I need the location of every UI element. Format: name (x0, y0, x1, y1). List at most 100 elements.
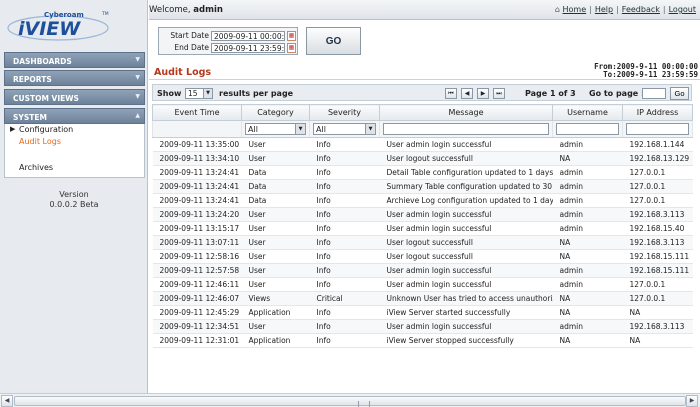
page-indicator: Page 1 of 3 (525, 89, 576, 98)
column-header[interactable]: IP Address (622, 104, 693, 121)
column-header[interactable]: Message (379, 104, 553, 121)
end-date-input[interactable]: 2009-09-11 23:59:59 (211, 43, 285, 53)
table-row[interactable]: 2009-09-11 12:45:29 Application Info iView … (152, 305, 693, 320)
table-row[interactable]: 2009-09-11 13:24:41 Data Info Summary Table… (152, 179, 693, 194)
table-cell: User (241, 249, 310, 264)
table-row[interactable]: 2009-09-11 13:15:17 User Info User admin lo… (152, 221, 693, 236)
page-title: Audit Logs (154, 67, 212, 78)
table-cell: 2009-09-11 13:35:00 (152, 137, 242, 152)
username-filter-input[interactable] (556, 123, 619, 135)
table-cell: Detail Table configuration updated to 1 … (379, 165, 553, 180)
next-page-button[interactable]: ▶ (477, 88, 489, 99)
table-cell: Application (241, 305, 310, 320)
column-header[interactable]: Event Time (152, 104, 242, 121)
submenu-audit-logs[interactable]: Audit Logs (19, 137, 61, 146)
sidebar: Cyberoam TM iVIEW DASHBOARDS ▼ REPORTS ▼… (0, 0, 148, 393)
table-cell: Info (309, 249, 380, 264)
calendar-icon[interactable]: ▦ (287, 43, 296, 53)
ip-filter-input[interactable] (626, 123, 689, 135)
filter-row: All ▼ All ▼ (152, 120, 693, 138)
table-cell: 192.168.3.113 (622, 235, 693, 250)
submenu-archives[interactable]: Archives (19, 163, 53, 172)
table-cell: Summary Table configuration updated to 3… (379, 179, 553, 194)
table-cell: Info (309, 137, 380, 152)
table-cell: User (241, 319, 310, 334)
table-row[interactable]: 2009-09-11 12:31:01 Application Info iView … (152, 333, 693, 348)
table-cell: Data (241, 165, 310, 180)
logo[interactable]: Cyberoam TM iVIEW (6, 6, 114, 42)
table-row[interactable]: 2009-09-11 12:46:07 Views Critical Unknown … (152, 291, 693, 306)
menu-dashboards[interactable]: DASHBOARDS ▼ (4, 52, 145, 68)
table-cell: admin (552, 137, 623, 152)
table-cell: NA (552, 151, 623, 166)
table-row[interactable]: 2009-09-11 12:46:11 User Info User admin lo… (152, 277, 693, 292)
goto-page-button[interactable]: Go (670, 87, 689, 100)
table-cell: 2009-09-11 13:07:11 (152, 235, 242, 250)
svg-text:TM: TM (101, 11, 109, 17)
table-cell: Info (309, 305, 380, 320)
chevron-down-icon: ▼ (135, 93, 140, 100)
table-cell: Info (309, 333, 380, 348)
horizontal-scrollbar[interactable]: ◀ ▶ (0, 393, 700, 407)
table-row[interactable]: 2009-09-11 13:07:11 User Info User logout s… (152, 235, 693, 250)
last-page-button[interactable]: ⏭ (493, 88, 505, 99)
prev-page-button[interactable]: ◀ (461, 88, 473, 99)
arrow-right-icon: ▶ (10, 125, 16, 133)
go-button[interactable]: GO (306, 27, 361, 55)
filter-cell: All ▼ (241, 120, 310, 138)
severity-filter-select[interactable]: All ▼ (313, 123, 376, 135)
table-cell: User (241, 235, 310, 250)
table-cell: admin (552, 221, 623, 236)
feedback-link[interactable]: Feedback (622, 5, 660, 14)
date-filter: Start Date 2009-09-11 00:00:00 ▦ End Dat… (158, 27, 298, 55)
home-link[interactable]: Home (563, 5, 587, 14)
scroll-right-button[interactable]: ▶ (686, 395, 698, 407)
chevron-down-icon: ▼ (203, 89, 212, 98)
table-cell: 192.168.1.144 (622, 137, 693, 152)
chevron-down-icon: ▼ (365, 124, 375, 134)
table-cell: User admin login successful (379, 277, 553, 292)
table-cell: iView Server started successfully (379, 305, 553, 320)
home-icon[interactable]: ⌂ (555, 5, 560, 14)
table-cell: 2009-09-11 12:58:16 (152, 249, 242, 264)
table-row[interactable]: 2009-09-11 12:34:51 User Info User admin lo… (152, 319, 693, 334)
table-cell: User logout successfull (379, 151, 553, 166)
table-row[interactable]: 2009-09-11 13:24:41 Data Info Archieve Log … (152, 193, 693, 208)
table-cell: 127.0.0.1 (622, 179, 693, 194)
first-page-button[interactable]: ⏮ (445, 88, 457, 99)
table-cell: User admin login successful (379, 221, 553, 236)
table-cell: Info (309, 165, 380, 180)
scroll-thumb[interactable] (14, 396, 686, 407)
submenu-configuration[interactable]: Configuration (19, 125, 73, 134)
table-row[interactable]: 2009-09-11 13:24:41 Data Info Detail Table … (152, 165, 693, 180)
table-row[interactable]: 2009-09-11 13:24:20 User Info User admin lo… (152, 207, 693, 222)
table-cell: 2009-09-11 13:34:10 (152, 151, 242, 166)
calendar-icon[interactable]: ▦ (287, 31, 296, 41)
column-header[interactable]: Severity (309, 104, 380, 121)
category-filter-select[interactable]: All ▼ (245, 123, 306, 135)
scroll-left-button[interactable]: ◀ (1, 395, 13, 407)
menu-reports[interactable]: REPORTS ▼ (4, 70, 145, 86)
table-row[interactable]: 2009-09-11 12:58:16 User Info User logout s… (152, 249, 693, 264)
table-cell: 192.168.15.111 (622, 249, 693, 264)
menu-system[interactable]: SYSTEM ▲ (4, 108, 145, 124)
message-filter-input[interactable] (383, 123, 549, 135)
table-cell: NA (552, 305, 623, 320)
svg-text:iVIEW: iVIEW (18, 18, 81, 40)
table-row[interactable]: 2009-09-11 13:34:10 User Info User logout s… (152, 151, 693, 166)
table-row[interactable]: 2009-09-11 12:57:58 User Info User admin lo… (152, 263, 693, 278)
logout-link[interactable]: Logout (669, 5, 696, 14)
table-cell: Info (309, 207, 380, 222)
start-date-input[interactable]: 2009-09-11 00:00:00 (211, 31, 285, 41)
column-header[interactable]: Username (552, 104, 623, 121)
help-link[interactable]: Help (595, 5, 613, 14)
menu-custom-views[interactable]: CUSTOM VIEWS ▼ (4, 89, 145, 105)
table-cell: NA (552, 333, 623, 348)
table-cell: 2009-09-11 12:45:29 (152, 305, 242, 320)
table-cell: Info (309, 193, 380, 208)
column-header[interactable]: Category (241, 104, 310, 121)
table-cell: admin (552, 263, 623, 278)
goto-page-input[interactable] (642, 88, 666, 99)
table-row[interactable]: 2009-09-11 13:35:00 User Info User admin lo… (152, 137, 693, 152)
results-per-page-select[interactable]: 15 ▼ (185, 88, 213, 99)
